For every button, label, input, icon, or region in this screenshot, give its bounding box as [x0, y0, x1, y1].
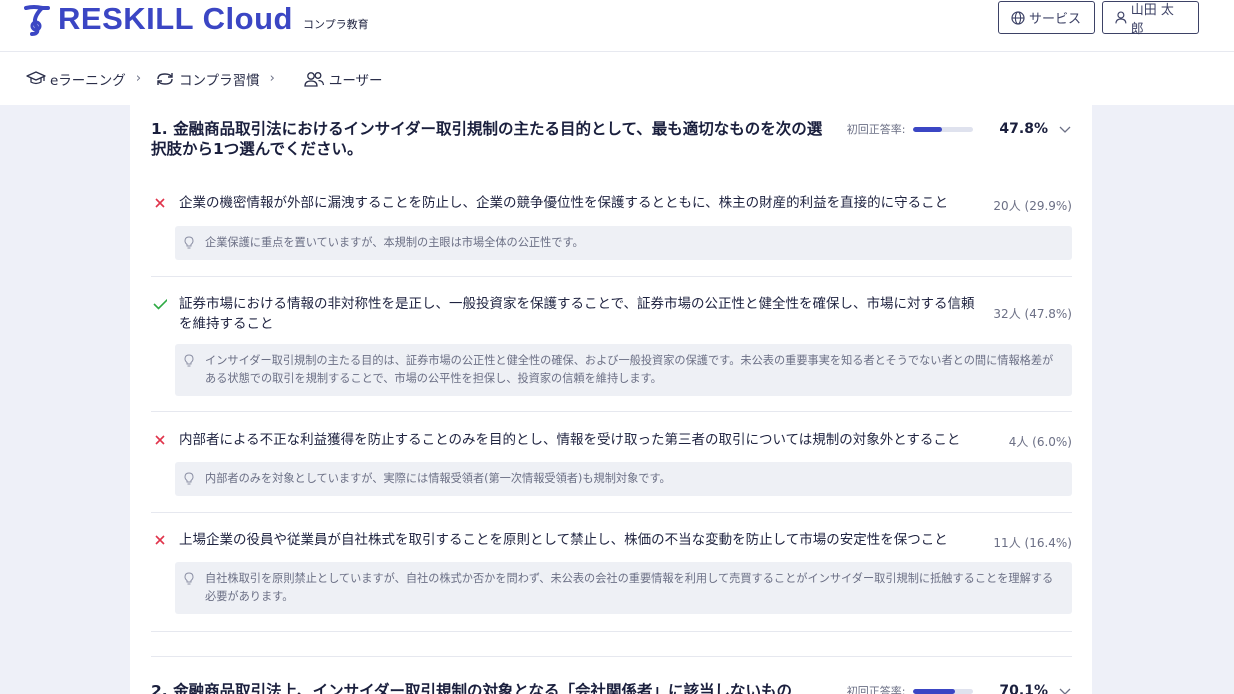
option-text: 証券市場における情報の非対称性を是正し、一般投資家を保護することで、証券市場の公… [179, 296, 975, 332]
globe-icon [1011, 10, 1025, 25]
divider [151, 631, 1072, 632]
option-count: 4人 (6.0%) [1008, 435, 1072, 449]
lightbulb-icon [184, 354, 194, 367]
first-correct-rate-label: 初回正答率: [846, 685, 906, 694]
correct-rate-bar-fill [913, 126, 943, 132]
chevron-down-icon[interactable] [1058, 124, 1072, 134]
divider [151, 512, 1072, 513]
option-text: 上場企業の役員や従業員が自社株式を取引することを原則として禁止し、株価の不当な変… [179, 532, 948, 548]
breadcrumb: eラーニング › コンプラ習慣 › ユーザー [0, 52, 1234, 105]
option-explanation: 内部者のみを対象としていますが、実際には情報受領者(第一次情報受領者)も規制対象… [175, 462, 1072, 496]
correct-rate-value: 70.1% [999, 683, 1048, 694]
divider [151, 411, 1072, 412]
breadcrumb-separator: › [269, 71, 275, 86]
user-icon [1115, 11, 1127, 24]
graduation-cap-icon [26, 70, 46, 84]
question-meta: 初回正答率: 70.1% [847, 681, 1072, 694]
explanation-text: 内部者のみを対象としていますが、実際には情報受領者(第一次情報受領者)も規制対象… [205, 472, 671, 485]
correct-rate-value: 47.8% [999, 121, 1048, 137]
first-correct-rate-label: 初回正答率: [846, 123, 906, 136]
option-count: 20人 (29.9%) [993, 199, 1072, 213]
cross-icon [155, 435, 165, 445]
breadcrumb-label: コンプラ習慣 [179, 72, 260, 89]
lightbulb-icon [184, 572, 194, 585]
explanation-text: 企業保護に重点を置いていますが、本規制の主眼は市場全体の公正性です。 [205, 236, 584, 249]
breadcrumb-label: eラーニング [50, 72, 126, 89]
divider [151, 276, 1072, 277]
user-menu-button[interactable]: 山田 太郎 [1102, 1, 1199, 37]
refresh-icon [157, 72, 173, 85]
user-name: 山田 太郎 [1130, 2, 1174, 37]
option-text: 企業の機密情報が外部に漏洩することを防止し、企業の競争優位性を保護するとともに、… [179, 195, 949, 211]
answer-option: 証券市場における情報の非対称性を是正し、一般投資家を保護することで、証券市場の公… [151, 294, 1072, 396]
answer-option: 上場企業の役員や従業員が自社株式を取引することを原則として禁止し、株価の不当な変… [151, 530, 1072, 614]
breadcrumb-label: ユーザー [328, 72, 383, 89]
question-results-panel: 1. 金融商品取引法におけるインサイダー取引規制の主たる目的として、最も適切なも… [130, 105, 1092, 694]
option-text: 内部者による不正な利益獲得を防止することのみを目的とし、情報を受け取った第三者の… [179, 432, 961, 448]
breadcrumb-separator: › [135, 71, 142, 86]
check-icon [153, 298, 167, 310]
option-count: 32人 (47.8%) [993, 307, 1072, 321]
lightbulb-icon [184, 236, 194, 249]
breadcrumb-item-users[interactable]: ユーザー [303, 69, 383, 89]
option-explanation: 企業保護に重点を置いていますが、本規制の主眼は市場全体の公正性です。 [175, 226, 1072, 260]
answer-option: 内部者による不正な利益獲得を防止することのみを目的とし、情報を受け取った第三者の… [151, 430, 1072, 496]
question-title: 1. 金融商品取引法におけるインサイダー取引規制の主たる目的として、最も適切なも… [151, 120, 823, 158]
explanation-text: インサイダー取引規制の主たる目的は、証券市場の公正性と健全性の確保、および一般投… [205, 354, 1054, 385]
logo-text: RESKILL Cloud [58, 1, 293, 36]
question-title: 2. 金融商品取引法上、インサイダー取引規制の対象となる「会社関係者」に該当しな… [151, 682, 792, 694]
logo-mark-icon [24, 5, 50, 36]
correct-rate-bar [913, 688, 974, 694]
top-header: RESKILL Cloud コンプラ教育 サービス 山田 太郎 [0, 0, 1234, 52]
answer-option: 企業の機密情報が外部に漏洩することを防止し、企業の競争優位性を保護するとともに、… [151, 193, 1072, 260]
breadcrumb-item-compliance-habit[interactable]: コンプラ習慣 [155, 69, 260, 89]
chevron-down-icon[interactable] [1058, 686, 1072, 694]
correct-rate-bar [913, 126, 974, 132]
users-icon [304, 71, 324, 87]
service-label: サービス [1029, 12, 1082, 27]
explanation-text: 自社株取引を原則禁止としていますが、自社の株式か否かを問わず、未公表の会社の重要… [205, 572, 1054, 603]
divider [151, 656, 1072, 657]
question-meta: 初回正答率: 47.8% [847, 119, 1072, 139]
lightbulb-icon [184, 472, 194, 485]
cross-icon [155, 198, 165, 208]
option-explanation: 自社株取引を原則禁止としていますが、自社の株式か否かを問わず、未公表の会社の重要… [175, 562, 1072, 614]
cross-icon [155, 535, 165, 545]
logo[interactable]: RESKILL Cloud コンプラ教育 [22, 0, 369, 36]
service-button[interactable]: サービス [998, 1, 1095, 34]
correct-rate-bar-fill [913, 688, 956, 694]
logo-subtitle: コンプラ教育 [302, 18, 369, 31]
option-count: 11人 (16.4%) [993, 536, 1072, 550]
breadcrumb-item-elearning[interactable]: eラーニング [26, 69, 126, 89]
option-explanation: インサイダー取引規制の主たる目的は、証券市場の公正性と健全性の確保、および一般投… [175, 344, 1072, 396]
